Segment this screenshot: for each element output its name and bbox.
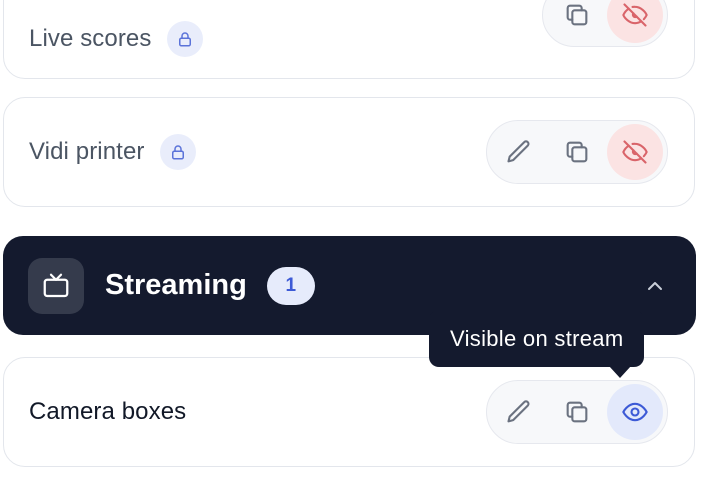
copy-icon: [566, 401, 588, 423]
eye-off-icon: [622, 3, 648, 27]
copy-icon: [566, 141, 588, 163]
eye-off-icon: [622, 140, 648, 164]
item-label: Vidi printer: [29, 138, 145, 165]
overlay-list: Live scores Vidi printer Streaming 1 Vis…: [0, 0, 720, 486]
tooltip-text: Visible on stream: [450, 325, 624, 351]
duplicate-button[interactable]: [547, 384, 607, 440]
item-actions: [542, 0, 668, 47]
list-item-camera-boxes: Camera boxes: [3, 357, 695, 467]
list-item-live-scores: Live scores: [3, 0, 695, 79]
duplicate-button[interactable]: [547, 0, 607, 43]
item-actions: [486, 120, 668, 184]
eye-icon: [622, 402, 648, 422]
chevron-up-icon: [648, 282, 662, 290]
edit-button[interactable]: [491, 124, 547, 180]
tv-icon: [28, 257, 84, 314]
item-label: Live scores: [29, 24, 152, 52]
edit-button[interactable]: [491, 384, 547, 440]
item-label: Camera boxes: [29, 398, 187, 425]
collapse-button[interactable]: [640, 271, 670, 301]
item-actions: [486, 380, 668, 444]
list-item-vidi-printer: Vidi printer: [3, 97, 695, 207]
visibility-toggle-button[interactable]: [607, 384, 663, 440]
lock-icon: [160, 134, 197, 170]
pencil-icon: [507, 140, 530, 163]
visibility-toggle-button[interactable]: [607, 0, 663, 43]
count-badge: 1: [266, 266, 315, 305]
copy-icon: [566, 4, 588, 26]
pencil-icon: [507, 400, 530, 423]
duplicate-button[interactable]: [547, 124, 607, 180]
lock-icon: [167, 20, 204, 57]
section-title: Streaming: [105, 269, 247, 301]
tooltip-arrow: [609, 366, 631, 378]
visibility-toggle-button[interactable]: [607, 124, 663, 180]
tooltip: Visible on stream: [429, 310, 645, 367]
